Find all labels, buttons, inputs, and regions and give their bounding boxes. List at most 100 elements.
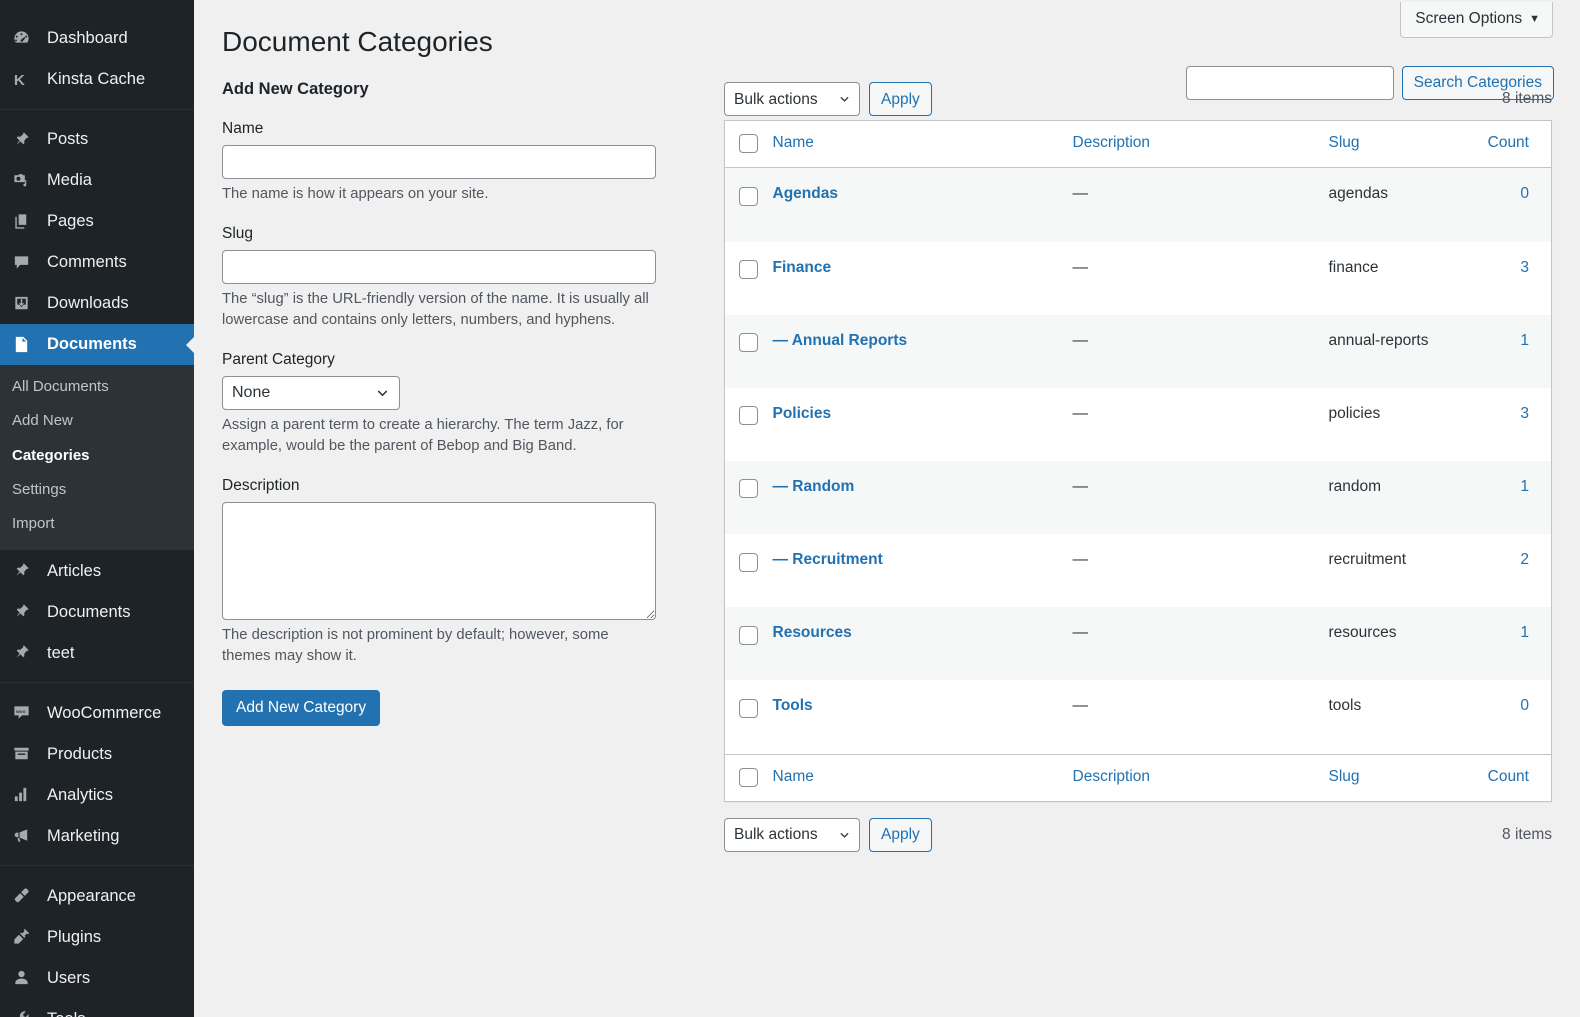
apply-button-top[interactable]: Apply bbox=[869, 82, 932, 117]
description-textarea[interactable] bbox=[222, 501, 656, 620]
sidebar-item-posts[interactable]: Posts bbox=[0, 119, 194, 160]
sidebar-item-label: Posts bbox=[47, 130, 89, 149]
row-checkbox[interactable] bbox=[739, 625, 758, 645]
row-count-cell: 0 bbox=[1444, 680, 1552, 754]
sidebar-item-products[interactable]: Products bbox=[0, 733, 194, 774]
row-description-cell: — bbox=[1072, 185, 1089, 203]
column-header-description[interactable]: Description bbox=[1072, 120, 1329, 169]
bulk-actions-select-top[interactable]: Bulk actions bbox=[724, 82, 860, 117]
add-category-column: Add New Category Name The name is how it… bbox=[222, 78, 686, 855]
row-select-cell bbox=[725, 242, 773, 315]
category-name-link[interactable]: Agendas bbox=[773, 185, 838, 202]
submenu-item-settings[interactable]: Settings bbox=[0, 473, 194, 507]
column-header-count[interactable]: Count bbox=[1443, 120, 1552, 169]
row-checkbox[interactable] bbox=[739, 698, 758, 718]
submenu-item-add-new[interactable]: Add New bbox=[0, 404, 194, 438]
row-checkbox[interactable] bbox=[739, 479, 758, 499]
sidebar-item-marketing[interactable]: Marketing bbox=[0, 815, 194, 856]
row-checkbox[interactable] bbox=[739, 406, 758, 426]
category-name-link[interactable]: Resources bbox=[773, 624, 852, 641]
sidebar-item-label: Plugins bbox=[47, 927, 102, 946]
sidebar-item-users[interactable]: Users bbox=[0, 957, 194, 998]
row-slug-cell: finance bbox=[1328, 258, 1379, 276]
sidebar-item-downloads[interactable]: Downloads bbox=[0, 283, 194, 324]
parent-category-label: Parent Category bbox=[222, 350, 335, 368]
select-all-checkbox-top[interactable] bbox=[739, 134, 758, 154]
category-count-link[interactable]: 2 bbox=[1520, 551, 1529, 568]
svg-text:woo: woo bbox=[15, 710, 26, 715]
row-checkbox[interactable] bbox=[739, 186, 758, 206]
dashboard-icon bbox=[12, 29, 38, 48]
appearance-icon bbox=[12, 886, 38, 905]
row-checkbox[interactable] bbox=[739, 259, 758, 279]
sidebar-item-woocommerce[interactable]: woo WooCommerce bbox=[0, 692, 194, 733]
row-name-cell: Policies bbox=[773, 388, 1073, 461]
slug-input[interactable] bbox=[222, 249, 656, 284]
row-description-cell: — bbox=[1072, 404, 1089, 422]
add-category-form: Add New Category Name The name is how it… bbox=[222, 78, 686, 726]
sidebar-item-comments[interactable]: Comments bbox=[0, 242, 194, 283]
category-count-link[interactable]: 3 bbox=[1520, 405, 1529, 422]
sidebar-item-articles[interactable]: Articles bbox=[0, 550, 194, 591]
categories-list-column: Bulk actions Apply 8 items Name Descript… bbox=[686, 78, 1552, 855]
column-footer-description[interactable]: Description bbox=[1072, 753, 1329, 802]
apply-button-bottom[interactable]: Apply bbox=[869, 817, 932, 852]
row-slug-cell: random bbox=[1328, 477, 1382, 495]
column-header-name[interactable]: Name bbox=[772, 120, 1073, 169]
submenu-item-all-documents[interactable]: All Documents bbox=[0, 370, 194, 404]
row-checkbox[interactable] bbox=[739, 333, 758, 353]
name-input[interactable] bbox=[222, 145, 656, 180]
row-slug-cell: policies bbox=[1328, 404, 1381, 422]
table-header-row: Name Description Slug Count bbox=[724, 120, 1552, 169]
category-count-link[interactable]: 1 bbox=[1520, 624, 1529, 641]
bulk-actions-select-bottom[interactable]: Bulk actions bbox=[724, 817, 860, 852]
category-name-link[interactable]: — Random bbox=[773, 478, 855, 495]
sidebar-item-pages[interactable]: Pages bbox=[0, 201, 194, 242]
category-name-link[interactable]: Finance bbox=[773, 259, 832, 276]
name-field-group: Name The name is how it appears on your … bbox=[222, 120, 686, 205]
sidebar-item-label: Appearance bbox=[47, 886, 136, 905]
column-footer-count[interactable]: Count bbox=[1443, 753, 1552, 802]
parent-category-select[interactable]: None bbox=[222, 375, 400, 410]
sidebar-item-documents[interactable]: Documents bbox=[0, 324, 194, 365]
row-count-cell: 3 bbox=[1444, 388, 1552, 461]
column-header-slug[interactable]: Slug bbox=[1328, 120, 1444, 169]
sidebar-item-analytics[interactable]: Analytics bbox=[0, 774, 194, 815]
row-name-cell: Tools bbox=[773, 680, 1073, 754]
sidebar-item-appearance[interactable]: Appearance bbox=[0, 875, 194, 916]
sidebar-group-woocommerce: woo WooCommerce Products Analytics Marke… bbox=[0, 692, 194, 856]
submenu-item-import[interactable]: Import bbox=[0, 507, 194, 541]
select-all-checkbox-bottom[interactable] bbox=[739, 767, 758, 787]
column-footer-slug[interactable]: Slug bbox=[1328, 753, 1444, 802]
category-name-link[interactable]: — Recruitment bbox=[773, 551, 883, 568]
add-new-category-button[interactable]: Add New Category bbox=[222, 689, 381, 726]
screen-options-button[interactable]: Screen Options ▼ bbox=[1400, 2, 1553, 38]
category-count-link[interactable]: 0 bbox=[1520, 185, 1529, 202]
column-footer-name[interactable]: Name bbox=[772, 753, 1073, 802]
sidebar-item-teet[interactable]: teet bbox=[0, 632, 194, 673]
sidebar-item-kinsta-cache[interactable]: K Kinsta Cache bbox=[0, 59, 194, 100]
category-name-link[interactable]: Policies bbox=[773, 405, 832, 422]
category-count-link[interactable]: 1 bbox=[1520, 332, 1529, 349]
submenu-item-categories[interactable]: Categories bbox=[0, 439, 194, 473]
row-name-cell: — Annual Reports bbox=[773, 315, 1073, 388]
row-slug-cell: tools bbox=[1328, 697, 1362, 715]
sidebar-item-documents-cpt[interactable]: Documents bbox=[0, 591, 194, 632]
category-count-link[interactable]: 1 bbox=[1520, 478, 1529, 495]
row-checkbox[interactable] bbox=[739, 552, 758, 572]
parent-category-description: Assign a parent term to create a hierarc… bbox=[222, 416, 624, 455]
row-slug-cell: agendas bbox=[1328, 185, 1388, 203]
category-count-link[interactable]: 0 bbox=[1520, 697, 1529, 714]
category-name-link[interactable]: — Annual Reports bbox=[773, 332, 908, 349]
row-select-cell bbox=[725, 534, 773, 607]
table-row: Agendas — agendas 0 bbox=[724, 167, 1552, 242]
sidebar-item-media[interactable]: Media bbox=[0, 160, 194, 201]
category-name-link[interactable]: Tools bbox=[773, 697, 813, 714]
sidebar-item-tools[interactable]: Tools bbox=[0, 998, 194, 1017]
row-select-cell bbox=[725, 461, 773, 534]
sidebar-item-dashboard[interactable]: Dashboard bbox=[0, 18, 194, 59]
sidebar-group-main: Dashboard K Kinsta Cache bbox=[0, 18, 194, 100]
table-row: — Annual Reports — annual-reports 1 bbox=[724, 314, 1552, 388]
category-count-link[interactable]: 3 bbox=[1520, 259, 1529, 276]
sidebar-item-plugins[interactable]: Plugins bbox=[0, 916, 194, 957]
